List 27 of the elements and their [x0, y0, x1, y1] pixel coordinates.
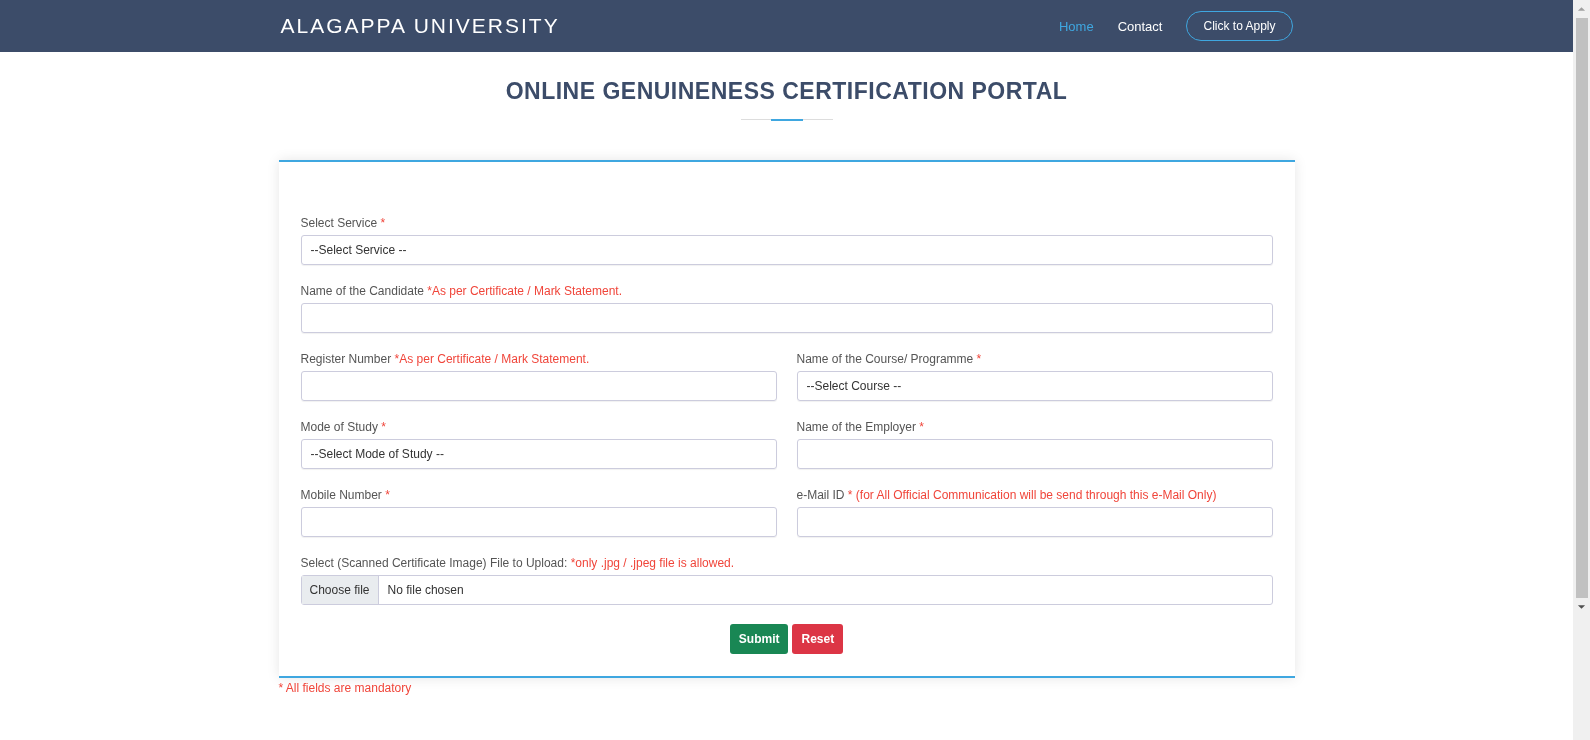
reset-button[interactable]: Reset: [792, 624, 844, 654]
field-label: Name of the Course/ Programme *: [796, 351, 983, 368]
field-label: Mobile Number *: [300, 487, 391, 504]
nav-link[interactable]: Contact: [1117, 18, 1163, 34]
field-label: e-Mail ID * (for All Official Communication will be send through this e-Mail Only): [796, 487, 1218, 504]
scroll-up-icon[interactable]: [1577, 6, 1586, 12]
submit-button[interactable]: Submit: [729, 624, 789, 654]
input-field[interactable]: [796, 507, 1273, 537]
input-field[interactable]: [300, 303, 1273, 333]
select-field[interactable]: --Select Mode of Study --: [300, 439, 777, 469]
field-label: Register Number *As per Certificate / Mark Statement.: [300, 351, 591, 368]
field-label: Select Service *: [300, 215, 387, 232]
select-field[interactable]: --Select Course --: [796, 371, 1273, 401]
field-label: Mode of Study *: [300, 419, 387, 436]
input-field[interactable]: [300, 507, 777, 537]
field-label: Name of the Candidate *As per Certificate / Mark Statement.: [300, 283, 623, 300]
mandatory-note: * All fields are mandatory: [278, 681, 413, 695]
page-title: ONLINE GENUINENESS CERTIFICATION PORTAL: [505, 78, 1068, 105]
brand-name[interactable]: ALAGAPPA UNIVERSITY: [280, 14, 560, 38]
scrollbar[interactable]: [1573, 0, 1590, 740]
input-field[interactable]: [300, 371, 777, 401]
input-field[interactable]: [796, 439, 1273, 469]
field-label: Name of the Employer *: [796, 419, 925, 436]
file-input-field[interactable]: Choose file No file chosen: [300, 575, 1273, 605]
select-field[interactable]: --Select Service --: [300, 235, 1273, 265]
field-label: Select (Scanned Certificate Image) File to Upload: *only .jpg / .jpeg file is allowed.: [300, 555, 736, 572]
scroll-down-icon[interactable]: [1577, 604, 1586, 610]
